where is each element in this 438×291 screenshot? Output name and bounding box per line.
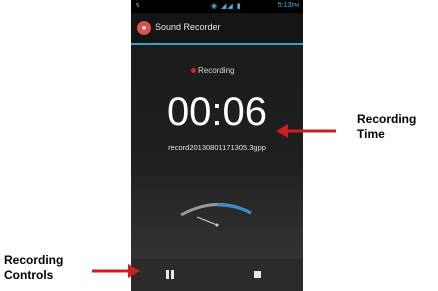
pause-icon bbox=[166, 270, 169, 279]
recording-controls bbox=[131, 257, 303, 291]
stop-icon bbox=[254, 271, 261, 278]
level-meter bbox=[180, 203, 252, 227]
recording-filename: record20130801171305.3gpp bbox=[168, 143, 266, 152]
action-bar: ● Sound Recorder bbox=[131, 13, 303, 45]
annotation-recording-time: Recording Time bbox=[357, 112, 417, 141]
app-title: Sound Recorder bbox=[155, 22, 221, 32]
recording-status-label: Recording bbox=[198, 66, 235, 75]
arrow-to-time-icon bbox=[276, 124, 336, 138]
status-bar: ↯ ◉ ◢◢ ▮ 5:13PM bbox=[131, 0, 303, 13]
recording-status: Recording bbox=[191, 66, 234, 75]
status-time: 5:13PM bbox=[277, 2, 299, 9]
usb-icon: ↯ bbox=[135, 3, 141, 9]
phone-screen: ↯ ◉ ◢◢ ▮ 5:13PM ● Sound Recorder Recordi… bbox=[131, 0, 303, 291]
arrow-to-controls-icon bbox=[92, 264, 140, 278]
record-dot-icon bbox=[191, 68, 196, 74]
pause-button[interactable] bbox=[163, 268, 177, 282]
microphone-icon: ● bbox=[137, 21, 151, 35]
annotation-recording-controls: Recording Controls bbox=[4, 253, 64, 282]
signal-icons: ◉ ◢◢ ▮ bbox=[211, 3, 242, 10]
stop-button[interactable] bbox=[251, 268, 265, 282]
